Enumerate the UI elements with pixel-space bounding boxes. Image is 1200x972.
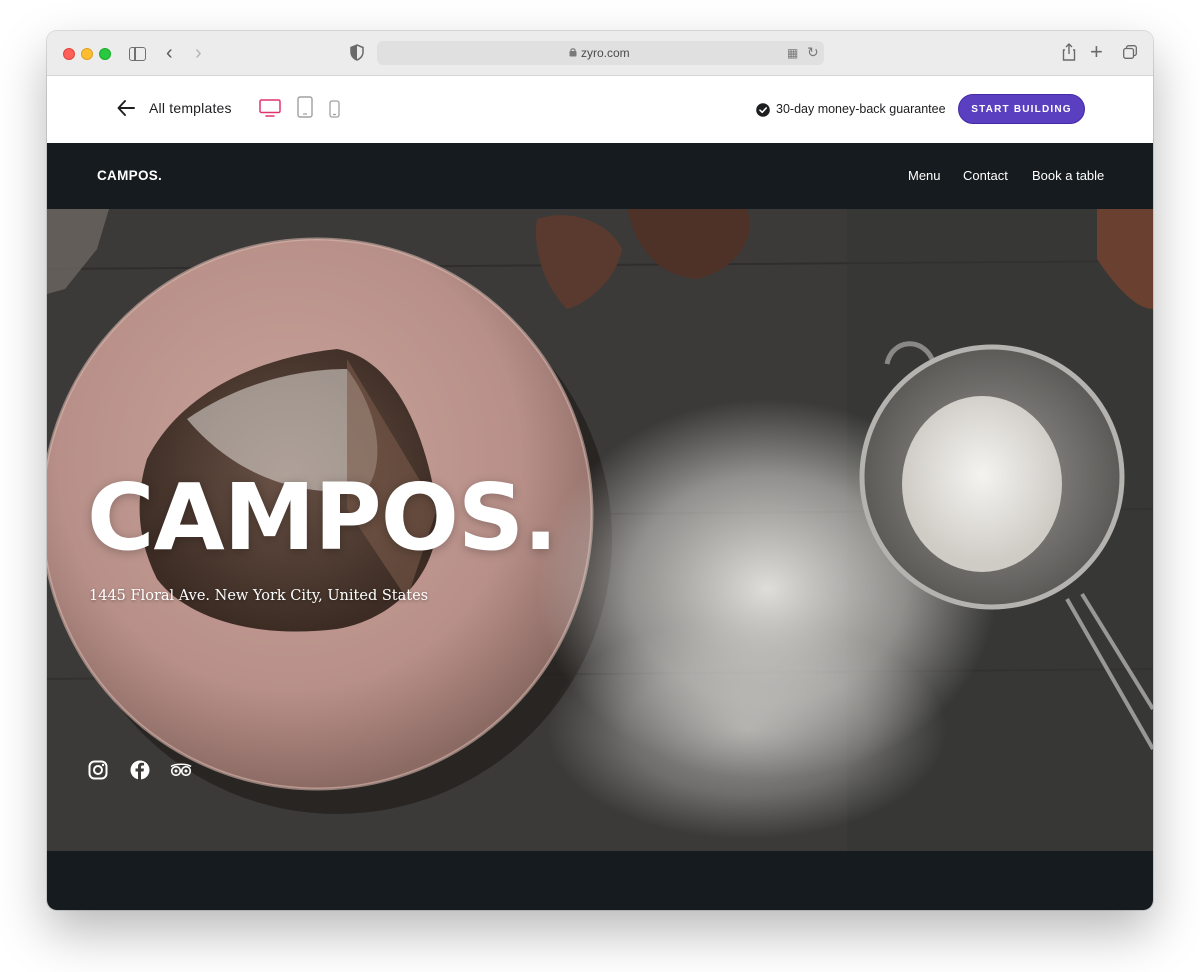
back-chevron-icon[interactable]: ‹ (166, 42, 173, 65)
hero-section: CAMPOS. 1445 Floral Ave. New York City, … (47, 209, 1153, 851)
desktop-view-icon[interactable] (259, 99, 281, 117)
template-preview-bar: All templates 30-day money-back guarante… (47, 76, 1153, 143)
tab-overview-icon[interactable] (1123, 45, 1137, 59)
tablet-view-icon[interactable] (297, 96, 313, 118)
back-arrow-icon[interactable] (117, 99, 135, 117)
check-circle-icon (756, 103, 770, 117)
browser-window: ‹ › zyro.com ▦ ↻ + All templates 30-day … (47, 31, 1153, 910)
forward-chevron-icon[interactable]: › (195, 42, 202, 65)
all-templates-link[interactable]: All templates (149, 100, 232, 116)
privacy-shield-icon[interactable] (350, 44, 364, 61)
site-logo[interactable]: CAMPOS. (97, 168, 162, 183)
nav-link-contact[interactable]: Contact (963, 168, 1008, 183)
start-building-button[interactable]: START BUILDING (958, 94, 1085, 124)
url-text: zyro.com (581, 46, 630, 60)
reload-icon[interactable]: ↻ (807, 44, 819, 61)
minimize-window-button[interactable] (81, 48, 93, 60)
tripadvisor-icon[interactable] (170, 760, 192, 780)
zoom-window-button[interactable] (99, 48, 111, 60)
sidebar-toggle-icon[interactable] (129, 47, 146, 61)
hero-address: 1445 Floral Ave. New York City, United S… (89, 588, 429, 604)
share-icon[interactable] (1062, 43, 1076, 61)
close-window-button[interactable] (63, 48, 75, 60)
money-back-guarantee-text: 30-day money-back guarantee (776, 102, 946, 116)
site-navbar: CAMPOS. Menu Contact Book a table (47, 143, 1153, 209)
lock-icon (569, 48, 577, 57)
browser-toolbar: ‹ › zyro.com ▦ ↻ + (47, 31, 1153, 76)
site-footer-band (47, 851, 1153, 910)
new-tab-plus-icon[interactable]: + (1090, 39, 1103, 65)
mobile-view-icon[interactable] (329, 100, 340, 118)
nav-link-book-a-table[interactable]: Book a table (1032, 168, 1104, 183)
nav-link-menu[interactable]: Menu (908, 168, 941, 183)
translate-icon[interactable]: ▦ (787, 46, 798, 60)
instagram-icon[interactable] (88, 760, 108, 780)
address-bar[interactable]: zyro.com ▦ ↻ (377, 41, 824, 65)
hero-title: CAMPOS. (87, 464, 558, 571)
facebook-icon[interactable] (130, 760, 150, 780)
